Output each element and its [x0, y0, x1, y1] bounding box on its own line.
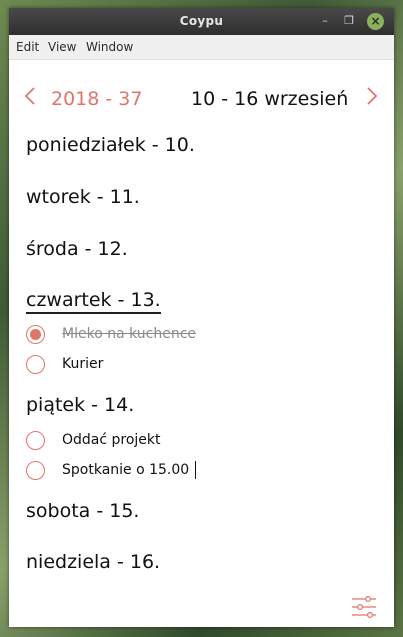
day-monday[interactable]: poniedziałek - 10.: [26, 134, 195, 156]
day-thursday[interactable]: czwartek - 13.: [26, 289, 161, 314]
task-text[interactable]: Mleko na kuchence: [62, 326, 196, 342]
text-caret: [195, 461, 196, 479]
minimize-icon[interactable]: –: [317, 13, 333, 29]
close-icon[interactable]: ×: [367, 13, 384, 30]
task-edit-input[interactable]: Spotkanie o 15.00: [62, 462, 189, 478]
menu-edit[interactable]: Edit: [16, 40, 39, 54]
menu-bar: Edit View Window: [9, 35, 394, 60]
chevron-right-icon[interactable]: [366, 86, 378, 109]
week-number: 2018 - 37: [51, 88, 143, 110]
week-date-range: 10 - 16 wrzesień: [191, 88, 349, 110]
task-checkbox[interactable]: [26, 431, 45, 450]
day-saturday[interactable]: sobota - 15.: [26, 500, 139, 522]
task-item: Oddać projekt: [26, 431, 326, 453]
day-friday[interactable]: piątek - 14.: [26, 394, 134, 416]
task-text[interactable]: Oddać projekt: [62, 432, 161, 448]
task-checkbox[interactable]: [26, 461, 45, 480]
chevron-left-icon[interactable]: [24, 86, 36, 109]
day-sunday[interactable]: niedziela - 16.: [26, 551, 160, 573]
task-text[interactable]: Kurier: [62, 356, 103, 372]
sliders-icon[interactable]: [351, 594, 377, 620]
task-item: Spotkanie o 15.00: [26, 461, 326, 483]
week-view: 2018 - 37 10 - 16 wrzesień poniedziałek …: [9, 60, 394, 627]
task-checkbox-checked[interactable]: [26, 325, 45, 344]
day-tuesday[interactable]: wtorek - 11.: [26, 186, 140, 208]
task-checkbox[interactable]: [26, 355, 45, 374]
menu-view[interactable]: View: [48, 40, 76, 54]
day-wednesday[interactable]: środa - 12.: [26, 238, 128, 260]
app-window: Coypu – ❐ × Edit View Window 2018 - 37 1…: [9, 8, 394, 627]
window-title: Coypu: [179, 14, 224, 28]
title-bar[interactable]: Coypu – ❐ ×: [9, 8, 394, 35]
task-item: Mleko na kuchence: [26, 325, 326, 347]
task-item: Kurier: [26, 355, 326, 377]
maximize-icon[interactable]: ❐: [341, 13, 357, 29]
menu-window[interactable]: Window: [86, 40, 133, 54]
